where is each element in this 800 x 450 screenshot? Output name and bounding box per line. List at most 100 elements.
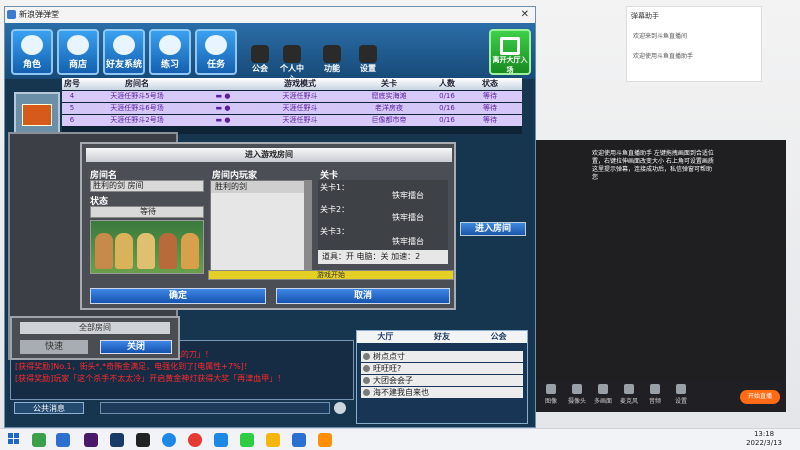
character-button[interactable]: 角色 [11,29,53,75]
player-list-scrollbar[interactable] [304,180,312,276]
settings-button[interactable]: 设置 [355,45,381,74]
audio-tool[interactable]: 音频 [644,384,666,405]
chat-line: [获得奖励]玩家「这个杀手不太太冷」开启黄金神灯获得大奖「再津血甲」！ [15,374,286,383]
folder-icon[interactable] [266,433,280,447]
chat-channel-select[interactable]: 公共消息 [14,402,84,414]
quick-button[interactable]: 快速 [20,340,88,354]
room-name-field: 胜利的剑 房间 [90,180,204,192]
tab-guild[interactable]: 公会 [470,331,527,343]
header-stage: 关卡 [381,79,397,88]
camera-tool[interactable]: 摄像头 [566,384,588,405]
close-icon[interactable]: ✕ [521,7,529,23]
room-row[interactable]: 4 天涯任野斗5号场 ▬ ● 天涯任野斗 窟底实海滩 0/16 等待 [62,91,522,102]
list-item[interactable]: 大团会会子 [361,375,523,386]
taskbar: 13:18 2022/3/13 [0,428,800,450]
mic-icon [624,384,634,394]
target-icon [159,35,181,55]
start-icon[interactable] [8,433,20,445]
room-name: 天涯任野斗5号场 [110,92,164,100]
settings-tool[interactable]: 设置 [670,384,692,405]
app-icon[interactable] [56,433,70,447]
header-count: 人数 [439,79,455,88]
room-thumbnail [14,92,60,136]
tasks-button[interactable]: 任务 [195,29,237,75]
guild-button[interactable]: 公会 [247,45,273,74]
wechat-icon[interactable] [240,433,254,447]
room-name: 天涯任野斗6号场 [110,104,164,112]
stage-value: 铁牢擂台 [392,237,424,246]
friends-button[interactable]: 好友系统 [103,29,145,75]
side-list-panel: 大厅 好友 公会 树点点寸 旺旺旺? 大团会会子 海不建我自来也 [356,330,528,424]
tab-lobby[interactable]: 大厅 [357,331,414,343]
book-icon [205,35,227,55]
list-item[interactable]: 旺旺旺? [361,363,523,374]
notify-text-2: 欢迎使用斗鱼直播助手 [633,53,694,60]
room-stage: 老洋房夜 [375,104,403,112]
character-icon [21,35,43,55]
character-figure [115,233,133,269]
app-icon[interactable] [214,433,228,447]
app-icon[interactable] [292,433,306,447]
qq-icon[interactable] [136,433,150,447]
image-tool[interactable]: 图像 [540,384,562,405]
guild-icon [251,45,269,63]
multiview-icon [598,384,608,394]
cancel-button[interactable]: 取消 [276,288,450,304]
stream-window: 欢迎使用斗鱼直播助手 左键拖拽画面到合适位置，右键拉伸画面改变大小 右上角可设置… [536,140,786,412]
room-row[interactable]: 6 天涯任野斗2号场 ▬ ● 天涯任野斗 巨像都市帝 0/16 等待 [62,115,522,126]
character-figure [181,233,199,269]
main-toolbar: 角色 商店 好友系统 练习 任务 公会 个人中心 功能 设置 离开大厅入场 [5,23,535,84]
app-icon [7,10,16,19]
close-button[interactable]: 关闭 [100,340,172,354]
clock[interactable]: 13:18 2022/3/13 [746,430,782,448]
photoshop-icon[interactable] [110,433,124,447]
send-icon[interactable] [334,402,346,414]
room-icons: ▬ ● [215,116,231,124]
douyu-icon[interactable] [318,433,332,447]
all-rooms-button[interactable]: 全部房间 [20,322,170,334]
room-name: 天涯任野斗2号场 [110,116,164,124]
confirm-button[interactable]: 确定 [90,288,266,304]
room-filter-dialog: 全部房间 快速 关闭 [10,316,180,360]
features-button[interactable]: 功能 [319,45,345,74]
room-status: 等待 [483,104,497,112]
header-spacer [192,78,254,90]
practice-button[interactable]: 练习 [149,29,191,75]
enter-room-button[interactable]: 进入房间 [460,222,526,236]
notify-text-1: 欢迎来到斗鱼直播间 [633,33,688,40]
mic-tool[interactable]: 麦克风 [618,384,640,405]
list-item[interactable]: 树点点寸 [361,351,523,362]
stage-list: 关卡1： 铁牢擂台 关卡2： 铁牢擂台 关卡3： 铁牢擂台 [318,180,448,252]
room-count: 0/16 [439,116,455,124]
multiview-tool[interactable]: 多画面 [592,384,614,405]
image-icon [546,384,556,394]
window-title: 新浪弹弹堂 [19,10,59,19]
room-row[interactable]: 5 天涯任野斗6号场 ▬ ● 天涯任野斗 老洋房夜 0/16 等待 [62,103,522,114]
side-tabs: 大厅 好友 公会 [357,331,527,343]
room-count: 0/16 [439,104,455,112]
room-stage: 窟底实海滩 [371,92,407,100]
room-mode: 天涯任野斗 [282,104,318,112]
start-live-button[interactable]: 开始直播 [740,390,780,404]
window-title-bar: 新浪弹弹堂 ✕ [5,7,535,23]
shop-button[interactable]: 商店 [57,29,99,75]
character-figure [95,233,113,269]
premiere-icon[interactable] [84,433,98,447]
room-icons: ▬ ● [215,92,231,100]
room-list: 房号 房间名 游戏模式 关卡 人数 状态 4 天涯任野斗5号场 ▬ ● 天涯任野… [62,78,522,134]
exit-button[interactable]: 离开大厅入场 [489,29,531,75]
chrome-icon[interactable] [188,433,202,447]
list-item[interactable]: 海不建我自来也 [361,387,523,398]
tab-friends[interactable]: 好友 [414,331,471,343]
character-figure [159,233,177,269]
chat-line: [获得奖励]No.1，街头*,*奇贿金满足，电强化到了[电属性+7%]！ [15,362,252,371]
chat-input[interactable] [100,402,330,414]
exit-icon [500,37,520,55]
gear-icon [676,384,686,394]
loading-bar: 游戏开始 [208,270,454,280]
header-mode: 游戏模式 [284,79,316,88]
stage-name: 关卡1： [320,183,350,192]
enter-room-dialog: 进入游戏房间 房间名 胜利的剑 房间 状态 等待 房间内玩家 胜利的剑 关卡 关… [80,142,456,310]
app-icon[interactable] [32,433,46,447]
edge-icon[interactable] [162,433,176,447]
